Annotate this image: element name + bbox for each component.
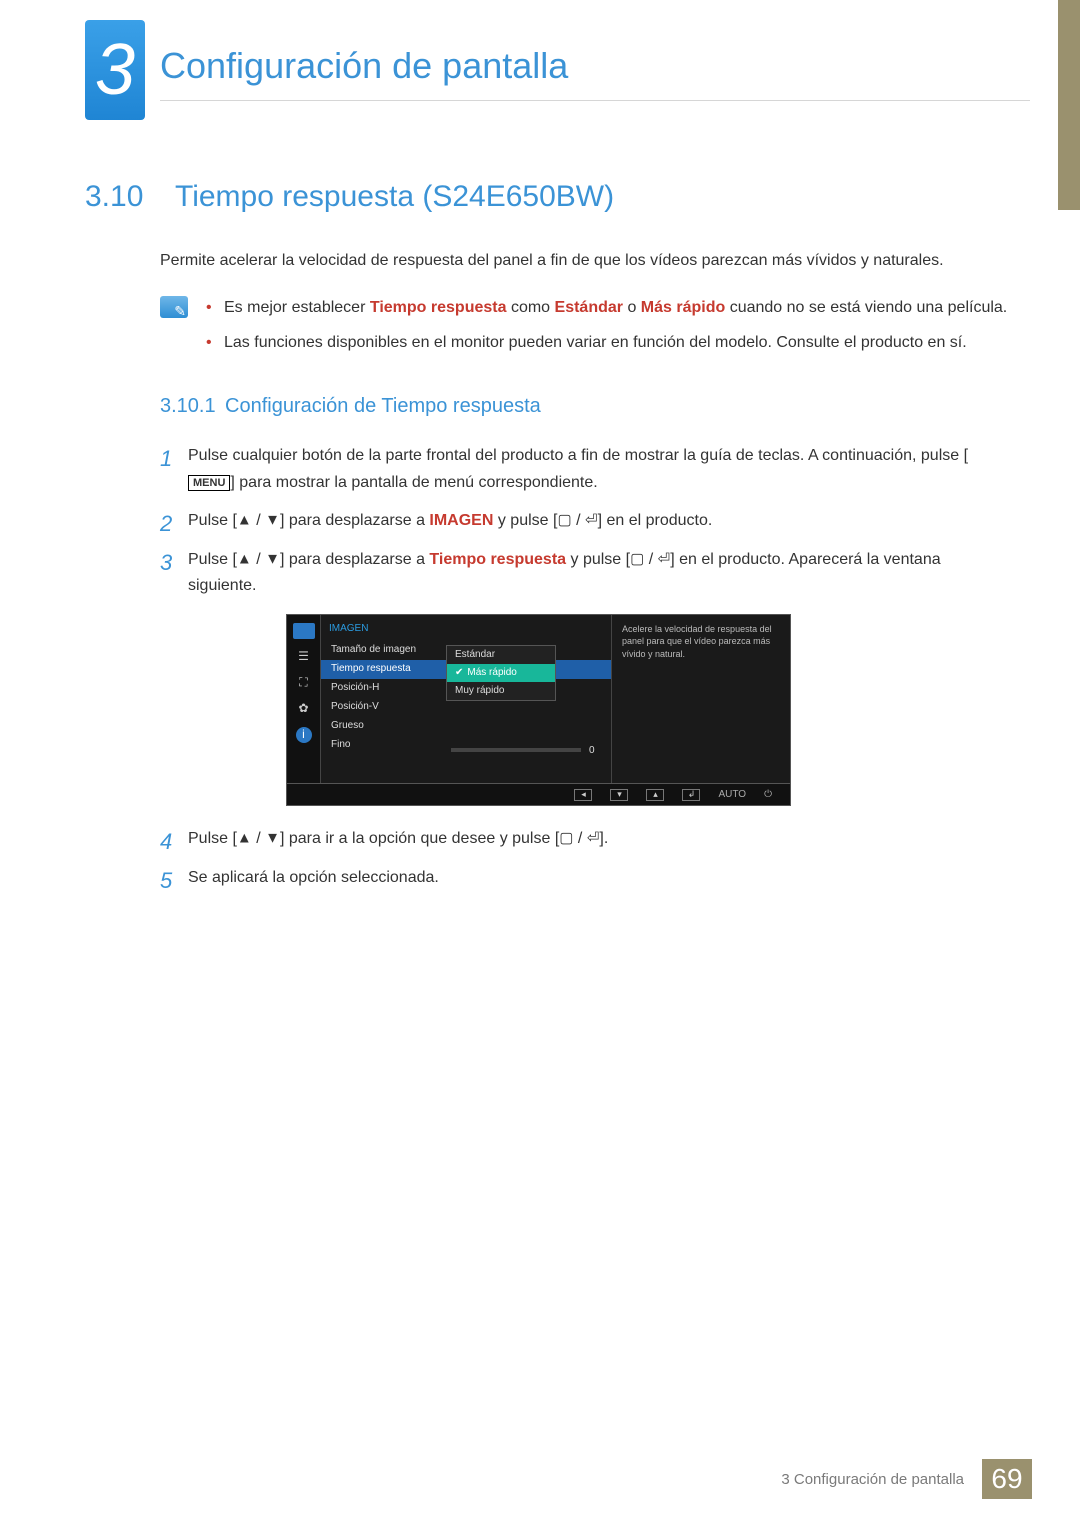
osd-slider-value: 0 bbox=[589, 743, 595, 760]
subsection-heading: 3.10.1Configuración de Tiempo respuesta bbox=[160, 395, 1010, 418]
osd-options: Estándar ✔Más rápido Muy rápido bbox=[446, 645, 556, 701]
note-list: Es mejor establecer Tiempo respuesta com… bbox=[206, 296, 1010, 366]
list-icon: ☰ bbox=[294, 649, 314, 665]
osd-option: Muy rápido bbox=[447, 682, 555, 700]
section-number: 3.10 bbox=[85, 180, 175, 214]
steps-list: 1 Pulse cualquier botón de la parte fron… bbox=[160, 443, 1010, 891]
step-item: 5 Se aplicará la opción seleccionada. bbox=[160, 865, 1010, 891]
power-icon: ⏻ bbox=[764, 787, 772, 804]
osd-item: Grueso bbox=[321, 717, 611, 736]
note-icon bbox=[160, 296, 188, 318]
step-item: 4 Pulse [▲ / ▼] para ir a la opción que … bbox=[160, 826, 1010, 852]
enter-icon: ⏎ bbox=[585, 512, 598, 529]
osd-sidebar: ☰ ⛶ ✿ i bbox=[287, 615, 321, 783]
page-header: 3 Configuración de pantalla bbox=[0, 0, 1080, 150]
osd-bottom-keys: ◂ ▾ ▴ ↲ AUTO ⏻ bbox=[286, 784, 791, 806]
expand-icon: ⛶ bbox=[294, 675, 314, 691]
info-icon: i bbox=[296, 727, 312, 743]
subsection-title: Configuración de Tiempo respuesta bbox=[225, 395, 541, 417]
main-content: 3.10Tiempo respuesta (S24E650BW) Permite… bbox=[85, 180, 1010, 903]
section-intro: Permite acelerar la velocidad de respues… bbox=[160, 249, 1010, 274]
page-footer: 3 Configuración de pantalla 69 bbox=[781, 1459, 1032, 1499]
osd-description: Acelere la velocidad de respuesta del pa… bbox=[611, 615, 790, 783]
osd-option: Estándar bbox=[447, 646, 555, 664]
osd-screenshot: ☰ ⛶ ✿ i IMAGEN Tamaño de imagen Tiempo r… bbox=[286, 614, 806, 806]
left-icon: ◂ bbox=[574, 789, 592, 801]
section-title: Tiempo respuesta (S24E650BW) bbox=[175, 180, 614, 213]
note-item: Es mejor establecer Tiempo respuesta com… bbox=[206, 296, 1010, 321]
step-item: 2 Pulse [▲ / ▼] para desplazarse a IMAGE… bbox=[160, 508, 1010, 534]
up-icon: ▲ bbox=[237, 550, 252, 567]
window-icon: ▢ bbox=[630, 550, 644, 567]
down-icon: ▼ bbox=[265, 830, 280, 847]
page-number: 69 bbox=[982, 1459, 1032, 1499]
osd-menu: IMAGEN Tamaño de imagen Tiempo respuesta… bbox=[321, 615, 611, 783]
chapter-number: 3 bbox=[95, 29, 135, 111]
osd-option-selected: ✔Más rápido bbox=[447, 664, 555, 682]
note-block: Es mejor establecer Tiempo respuesta com… bbox=[160, 296, 1010, 366]
enter-icon: ↲ bbox=[682, 789, 700, 801]
footer-label: 3 Configuración de pantalla bbox=[781, 1471, 964, 1488]
step-item: 3 Pulse [▲ / ▼] para desplazarse a Tiemp… bbox=[160, 547, 1010, 807]
down-icon: ▼ bbox=[265, 512, 280, 529]
down-icon: ▼ bbox=[265, 550, 280, 567]
osd-slider bbox=[451, 748, 581, 752]
window-icon: ▢ bbox=[559, 830, 573, 847]
window-icon: ▢ bbox=[557, 512, 571, 529]
chapter-badge: 3 bbox=[85, 20, 145, 120]
monitor-icon bbox=[293, 623, 315, 639]
up-icon: ▴ bbox=[646, 789, 664, 801]
down-icon: ▾ bbox=[610, 789, 628, 801]
subsection-number: 3.10.1 bbox=[160, 395, 225, 418]
osd-auto-label: AUTO bbox=[718, 787, 746, 804]
gear-icon: ✿ bbox=[294, 701, 314, 717]
up-icon: ▲ bbox=[237, 830, 252, 847]
menu-key: MENU bbox=[188, 475, 230, 491]
section-heading: 3.10Tiempo respuesta (S24E650BW) bbox=[85, 180, 1010, 214]
note-item: Las funciones disponibles en el monitor … bbox=[206, 331, 1010, 356]
enter-icon: ⏎ bbox=[587, 830, 600, 847]
header-rule bbox=[160, 100, 1030, 101]
check-icon: ✔ bbox=[455, 665, 463, 682]
osd-title: IMAGEN bbox=[321, 615, 611, 641]
enter-icon: ⏎ bbox=[658, 550, 671, 567]
step-item: 1 Pulse cualquier botón de la parte fron… bbox=[160, 443, 1010, 496]
chapter-title: Configuración de pantalla bbox=[160, 45, 568, 87]
up-icon: ▲ bbox=[237, 512, 252, 529]
